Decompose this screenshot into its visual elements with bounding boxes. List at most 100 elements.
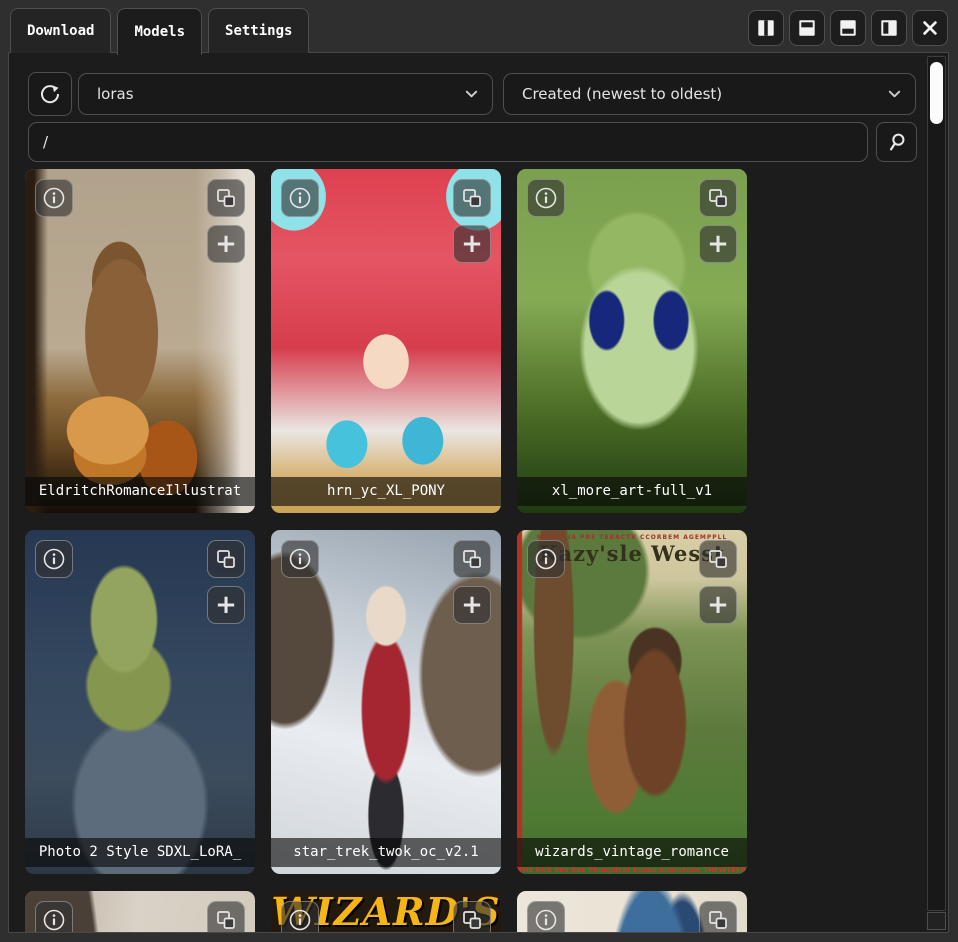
model-card[interactable]: + xl_more_art-full_v1 [517,169,747,513]
model-card[interactable]: + star_trek_twok_oc_v2.1 [271,530,501,874]
close-button[interactable] [912,10,948,46]
tab-models[interactable]: Models [117,8,202,55]
layout-top-panel-icon [796,17,818,39]
info-icon [288,547,312,571]
model-copy-button[interactable] [453,901,491,933]
model-copy-button[interactable] [453,540,491,578]
model-name-label: Photo 2 Style SDXL_LoRA_ [25,838,255,867]
model-info-button[interactable] [35,901,73,933]
model-preview-image [271,169,501,513]
model-type-value: loras [97,85,134,103]
layout-left-panel-button[interactable] [871,10,907,46]
layout-left-panel-icon [878,17,900,39]
chevron-down-icon [464,87,479,102]
sort-order-value: Created (newest to oldest) [522,85,722,103]
info-icon [288,908,312,932]
model-add-button[interactable]: + [207,586,245,624]
info-icon [288,186,312,210]
model-add-button[interactable]: + [453,225,491,263]
model-add-button[interactable]: + [699,586,737,624]
model-name-label: wizards_vintage_romance [517,838,747,867]
layout-bottom-panel-icon [837,17,859,39]
model-info-button[interactable] [281,540,319,578]
model-copy-button[interactable] [699,901,737,933]
refresh-icon [38,82,62,106]
copy-icon [460,547,484,571]
model-preview-image: NANCY IA PRE TEBACTV CCORBEM AGEMPPLL Ka… [517,530,747,874]
model-card[interactable] [25,891,255,933]
info-icon [534,186,558,210]
scrollbar-thumb[interactable] [930,62,943,124]
model-card[interactable]: + Photo 2 Style SDXL_LoRA_ [25,530,255,874]
chevron-down-icon [887,87,902,102]
model-card[interactable]: + EldritchRomanceIllustrat [25,169,255,513]
layout-bottom-panel-button[interactable] [830,10,866,46]
model-name-label: star_trek_twok_oc_v2.1 [271,838,501,867]
model-add-button[interactable]: + [207,225,245,263]
model-type-select[interactable]: loras [78,73,493,115]
tab-download[interactable]: Download [10,8,111,53]
plus-icon: + [215,592,237,618]
model-info-button[interactable] [527,179,565,217]
model-copy-button[interactable] [207,901,245,933]
app-window: Download Models Settings loras Cr [0,0,958,942]
model-preview-image [25,530,255,874]
model-info-button[interactable] [35,179,73,217]
sort-order-select[interactable]: Created (newest to oldest) [503,73,916,115]
plus-icon: + [461,592,483,618]
model-name-label: xl_more_art-full_v1 [517,477,747,506]
model-copy-button[interactable] [207,179,245,217]
vertical-scrollbar [927,56,946,911]
layout-split-vertical-button[interactable] [748,10,784,46]
search-button[interactable] [876,122,917,162]
search-input[interactable] [28,122,868,162]
plus-icon: + [461,231,483,257]
copy-icon [460,908,484,932]
poster-footer-text: THE KUE Vad Kee Phoopitrat Kouse ohancto… [517,866,747,874]
model-card[interactable] [517,891,747,933]
info-icon [42,186,66,210]
model-info-button[interactable] [281,179,319,217]
copy-icon [214,547,238,571]
model-copy-button[interactable] [453,179,491,217]
layout-top-panel-button[interactable] [789,10,825,46]
models-panel: loras Created (newest to oldest) + Eldri… [8,52,949,933]
copy-icon [460,186,484,210]
refresh-button[interactable] [28,72,72,116]
info-icon [42,547,66,571]
model-card[interactable]: + hrn_yc_XL_PONY [271,169,501,513]
model-copy-button[interactable] [207,540,245,578]
model-preview-image [517,169,747,513]
model-card[interactable]: NANCY IA PRE TEBACTV CCORBEM AGEMPPLL Ka… [517,530,747,874]
tab-settings[interactable]: Settings [208,8,309,53]
scrollbar-corner [927,912,946,930]
copy-icon [706,547,730,571]
model-preview-image [25,169,255,513]
model-add-button[interactable]: + [699,225,737,263]
model-info-button[interactable] [281,901,319,933]
info-icon [42,908,66,932]
model-card[interactable]: WIZARD'S [271,891,501,933]
copy-icon [706,908,730,932]
copy-icon [214,186,238,210]
copy-icon [214,908,238,932]
model-info-button[interactable] [527,540,565,578]
model-info-button[interactable] [35,540,73,578]
info-icon [534,547,558,571]
model-add-button[interactable]: + [453,586,491,624]
model-name-label: EldritchRomanceIllustrat [25,477,255,506]
plus-icon: + [707,231,729,257]
info-icon [534,908,558,932]
tab-bar: Download Models Settings [10,8,309,53]
model-preview-image [271,530,501,874]
model-grid: + EldritchRomanceIllustrat + hrn_yc_XL_P… [25,169,747,933]
layout-split-vertical-icon [755,17,777,39]
plus-icon: + [215,231,237,257]
search-icon [886,131,908,153]
window-controls [748,10,948,46]
model-name-label: hrn_yc_XL_PONY [271,477,501,506]
model-info-button[interactable] [527,901,565,933]
plus-icon: + [707,592,729,618]
model-copy-button[interactable] [699,179,737,217]
model-copy-button[interactable] [699,540,737,578]
